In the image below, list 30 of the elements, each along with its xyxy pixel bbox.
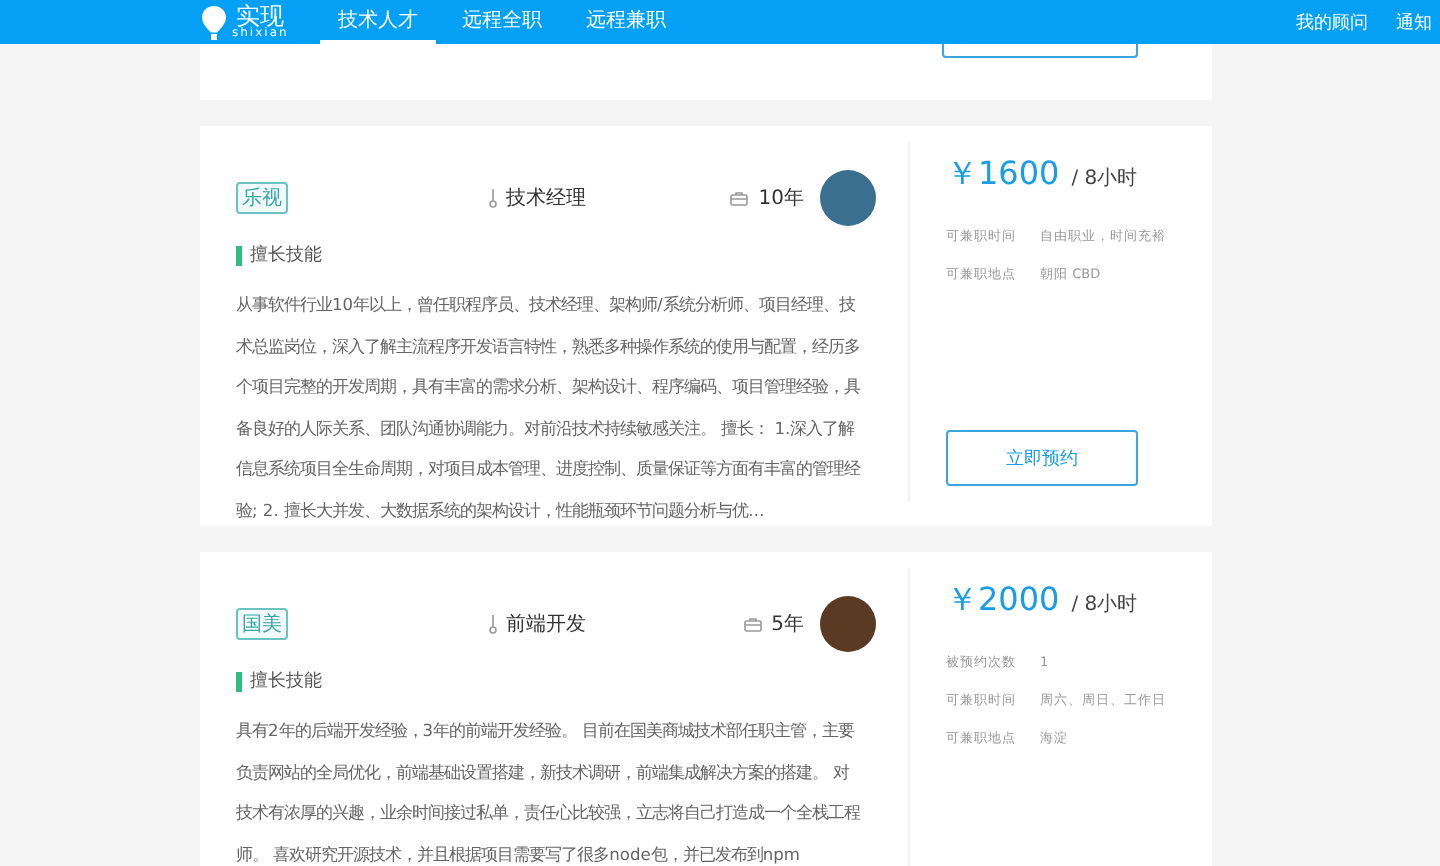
experience-years: 10年	[758, 186, 804, 212]
nav-tab[interactable]: 远程全职	[444, 0, 560, 44]
reserve-button[interactable]	[942, 40, 1138, 58]
description-text: 具有2年的后端开发经验，3年的前端开发经验。 目前在国美商城技术部任职主管，主要负责网站的全局优化，前端基础设置搭建，新技术调研，前端集成解决方案的搭建。 对技术有浓厚的兴趣，业余时间接过私单，责任心比较强，立志将自己打造成一个全栈工程师。 喜欢研究开源技术，并且根据项目需要写了很多node包，并已发布到npm	[236, 718, 863, 866]
nav-tab[interactable]: 远程兼职	[568, 0, 684, 44]
price: ￥1600	[946, 154, 1060, 196]
balloon-logo-icon	[200, 3, 228, 41]
accent-bar	[236, 671, 242, 691]
nav-link[interactable]: 通知	[1396, 9, 1432, 35]
nav-link[interactable]: 我的顾问	[1296, 9, 1368, 35]
description-text: 从事软件行业10年以上，曾任职程序员、技术经理、架构师/系统分析师、项目经理、技术总监岗位，深入了解主流程序开发语言特性，熟悉多种操作系统的使用与配置，经历多个项目完整的开发周期，具有丰富的需求分析、架构设计、程序编码、项目管理经验，具备良好的人际关系、团队沟通协调能力。对前沿技术持续敏感关注。 擅长： 1.深入了解信息系统项目全生命周期，对项目成本管理、进度控制、质量保证等方面有丰富的管理经验; 2. 擅长大并发、大数据系统的架构设计，性能瓶颈环节问题分析与优…	[236, 292, 863, 523]
experience-years: 5年	[771, 612, 804, 638]
company-tag: 乐视	[236, 182, 288, 214]
price-unit: / 8小时	[1071, 591, 1138, 618]
company-tag: 国美	[236, 608, 288, 640]
section-heading: 擅长技能	[250, 669, 322, 694]
price-unit: / 8小时	[1071, 165, 1138, 192]
avatar-photo-placeholder	[820, 170, 876, 226]
section-heading: 擅长技能	[250, 243, 322, 268]
price: ￥2000	[946, 580, 1060, 622]
briefcase-icon	[730, 191, 749, 205]
thermometer-icon	[488, 614, 498, 634]
job-title: 技术经理	[506, 185, 586, 212]
accent-bar	[236, 245, 242, 265]
reserve-button[interactable]: 立即预约	[946, 430, 1138, 486]
logo-text: 实现	[236, 4, 285, 28]
avatar-photo-placeholder	[820, 596, 876, 652]
briefcase-icon	[743, 617, 762, 631]
thermometer-icon	[488, 188, 498, 208]
job-title: 前端开发	[506, 611, 586, 638]
